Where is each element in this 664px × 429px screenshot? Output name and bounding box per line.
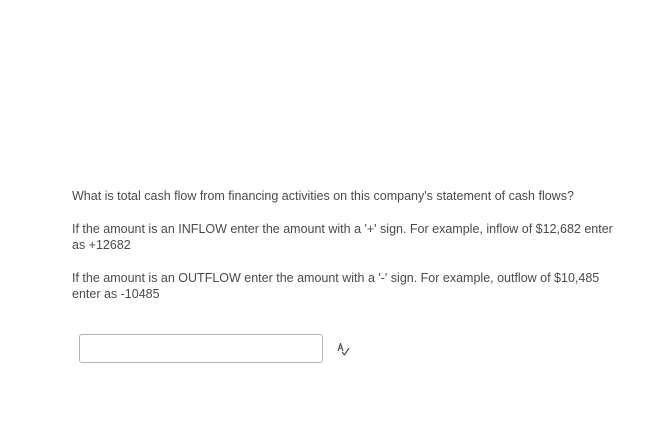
question-block: What is total cash flow from financing a… [72,188,620,302]
answer-input[interactable] [79,334,323,363]
spell-check-icon[interactable] [336,342,350,356]
answer-row [79,334,350,363]
inflow-instruction: If the amount is an INFLOW enter the amo… [72,222,613,252]
spell-check-icon-svg [337,342,350,355]
outflow-instruction: If the amount is an OUTFLOW enter the am… [72,271,600,301]
question-prompt: What is total cash flow from financing a… [72,189,574,203]
